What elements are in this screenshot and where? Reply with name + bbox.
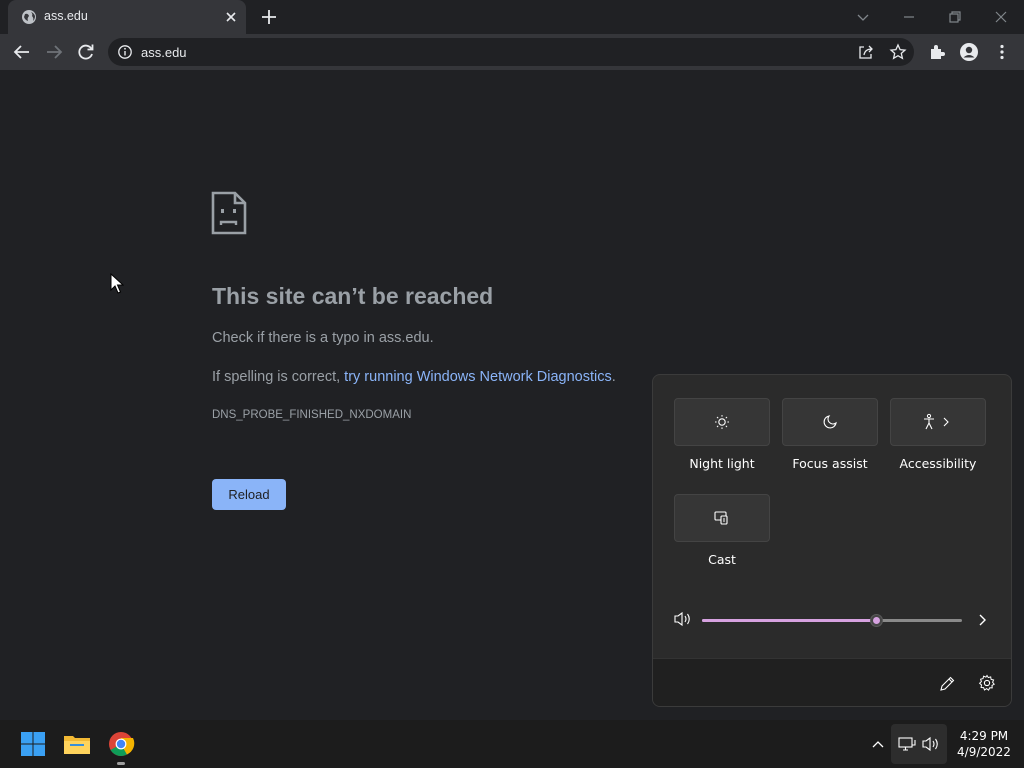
network-icon [898,737,916,751]
info-icon[interactable] [117,44,133,60]
diagnostics-prefix: If spelling is correct, [212,369,345,385]
minimize-icon[interactable] [896,4,922,30]
edit-pencil-icon[interactable] [938,675,956,693]
tab-search-icon[interactable] [850,4,876,30]
diagnostics-suffix: . [611,369,616,385]
close-window-icon[interactable] [988,4,1014,30]
new-tab-icon[interactable] [259,7,279,27]
browser-toolbar: ass.edu [0,34,1024,70]
chevron-right-icon[interactable] [975,612,989,628]
quick-settings-panel: Night light Focus assist Accessibility C… [652,374,1012,707]
taskbar-clock[interactable]: 4:29 PM 4/9/2022 [952,728,1016,760]
forward-icon[interactable] [42,40,66,64]
tab-title: ass.edu [44,9,88,23]
reload-button[interactable]: Reload [212,479,286,510]
tile-label-focus-assist: Focus assist [792,456,868,471]
quick-settings-footer [653,658,1011,706]
mouse-cursor-icon [110,273,124,294]
file-explorer-icon[interactable] [62,729,92,759]
tile-label-accessibility: Accessibility [899,456,977,471]
network-diagnostics-link[interactable]: try running Windows Network Diagnostics [344,369,612,385]
chevron-up-icon[interactable] [870,736,886,752]
error-diagnostics-hint: If spelling is correct, try running Wind… [212,369,616,385]
running-app-indicator [117,762,125,765]
back-icon[interactable] [10,40,34,64]
profile-avatar-icon[interactable] [959,42,979,62]
address-bar[interactable]: ass.edu [108,38,914,66]
close-tab-icon[interactable] [222,8,240,26]
tile-label-night-light: Night light [689,456,755,471]
accessibility-toggle[interactable] [890,398,986,446]
windows-start-icon[interactable] [18,729,48,759]
windows-taskbar: 4:29 PM 4/9/2022 [0,720,1024,768]
sad-document-icon [211,191,247,235]
gear-icon[interactable] [978,674,996,692]
error-title: This site can’t be reached [212,283,494,309]
clock-time: 4:29 PM [959,729,1009,743]
reload-icon[interactable] [74,40,98,64]
address-url: ass.edu [141,45,187,60]
tile-label-cast: Cast [708,552,736,567]
volume-icon [922,736,938,752]
volume-slider[interactable] [702,614,962,627]
bookmark-star-icon[interactable] [889,43,907,61]
browser-titlebar: ass.edu [0,0,1024,34]
globe-icon [22,10,36,24]
volume-slider-thumb[interactable] [870,614,884,627]
chrome-icon[interactable] [106,729,136,759]
error-code: DNS_PROBE_FINISHED_NXDOMAIN [212,409,412,421]
extensions-icon[interactable] [927,42,947,62]
focus-assist-toggle[interactable] [782,398,878,446]
cast-toggle[interactable] [674,494,770,542]
accessibility-icon [924,413,949,430]
volume-slider-fill [702,619,877,622]
cast-icon [714,511,728,525]
more-menu-icon[interactable] [992,42,1012,62]
moon-icon [823,415,837,429]
speaker-volume-icon[interactable] [673,611,693,627]
share-icon[interactable] [857,43,875,61]
restore-icon[interactable] [942,4,968,30]
browser-tab[interactable]: ass.edu [8,0,246,34]
system-tray-network-volume[interactable] [891,724,947,764]
night-light-toggle[interactable] [674,398,770,446]
clock-date: 4/9/2022 [957,745,1011,759]
error-typo-hint: Check if there is a typo in ass.edu. [212,330,434,346]
brightness-icon [715,415,729,429]
